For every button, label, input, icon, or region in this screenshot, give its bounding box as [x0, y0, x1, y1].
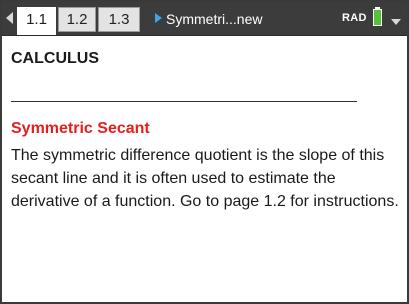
chevron-left-icon[interactable] [6, 12, 13, 24]
section-title: Symmetric Secant [11, 120, 150, 137]
chevron-down-icon[interactable] [391, 19, 401, 25]
tab-1-2[interactable]: 1.2 [58, 7, 96, 32]
angle-mode-indicator: RAD [342, 12, 367, 24]
document-window: 1.1 1.2 1.3 Symmetri...new RAD CALCULUS … [0, 0, 409, 304]
play-icon [155, 13, 162, 23]
body-text: The symmetric difference quotient is the… [11, 147, 399, 210]
divider [11, 101, 357, 102]
battery-icon [373, 9, 382, 26]
page-heading: CALCULUS [11, 50, 99, 67]
tab-1-3[interactable]: 1.3 [98, 7, 140, 32]
tab-1-1[interactable]: 1.1 [17, 7, 56, 35]
page-content: CALCULUS Symmetric Secant The symmetric … [2, 36, 407, 302]
top-bar: 1.1 1.2 1.3 Symmetri...new RAD [2, 2, 407, 36]
document-title[interactable]: Symmetri...new [166, 8, 316, 30]
